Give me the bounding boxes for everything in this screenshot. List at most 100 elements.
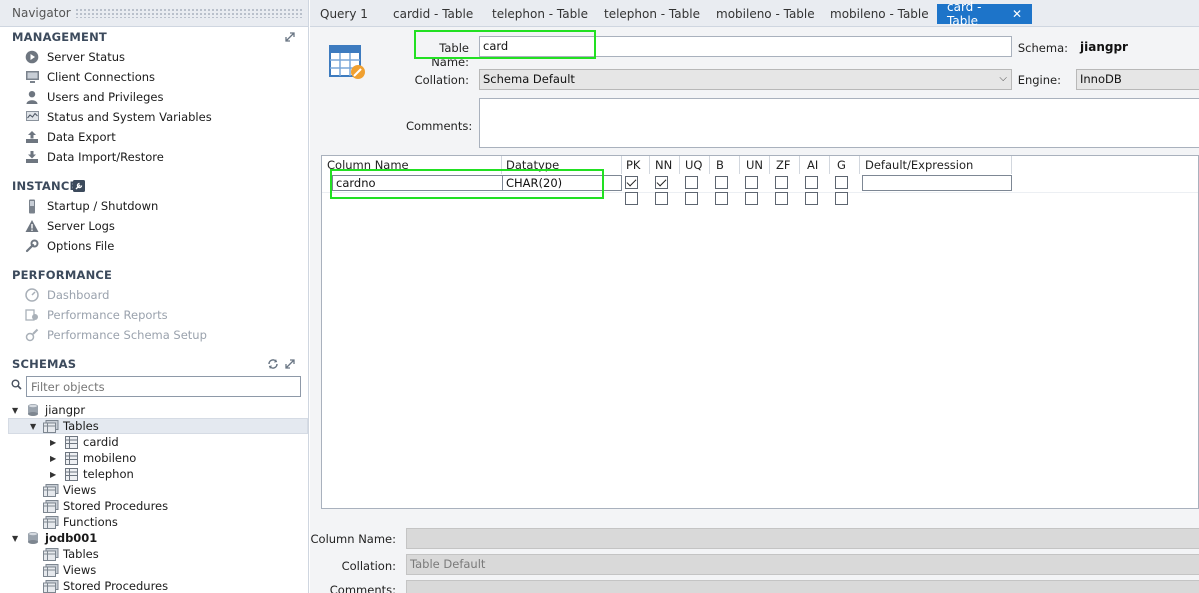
column-comments-input[interactable] [406, 580, 1199, 593]
play-circle-icon [24, 49, 40, 65]
close-tab-icon[interactable]: ✕ [1012, 7, 1022, 21]
tree-label: Views [63, 563, 97, 577]
tab-card-table[interactable]: card - Table ✕ [937, 0, 1032, 28]
expand-icon[interactable] [284, 358, 296, 370]
collapsed-arrow-icon[interactable]: ▶ [50, 470, 60, 479]
zf-checkbox[interactable] [775, 192, 788, 205]
column-name-detail-input[interactable] [406, 528, 1199, 549]
default-expression-cell[interactable] [862, 175, 1012, 191]
table-icon [63, 467, 79, 481]
expanded-arrow-icon[interactable]: ▼ [12, 406, 22, 415]
engine-select[interactable]: InnoDB [1076, 69, 1199, 90]
collation-select[interactable]: Schema Default ⌵ [479, 69, 1012, 90]
filter-objects-input[interactable] [26, 376, 301, 397]
tree-views-jiangpr[interactable]: Views [43, 482, 96, 498]
nav-status-variables[interactable]: Status and System Variables [24, 107, 212, 127]
schema-jodb001[interactable]: ▼ jodb001 [12, 530, 97, 546]
expanded-arrow-icon[interactable]: ▼ [30, 422, 40, 431]
nav-startup-shutdown[interactable]: Startup / Shutdown [24, 196, 158, 216]
tree-procedures-jodb001[interactable]: Stored Procedures [43, 578, 168, 593]
uq-checkbox[interactable] [685, 176, 698, 189]
comments-textarea[interactable] [479, 98, 1199, 148]
col-header-uq[interactable]: UQ [685, 158, 702, 172]
tables-folder-icon [43, 547, 59, 561]
b-checkbox[interactable] [715, 192, 728, 205]
nav-data-export[interactable]: Data Export [24, 127, 116, 147]
b-checkbox[interactable] [715, 176, 728, 189]
column-collation-select[interactable]: Table Default [406, 554, 1199, 575]
zf-checkbox[interactable] [775, 176, 788, 189]
tab-mobileno-table[interactable]: mobileno - Table [706, 4, 825, 24]
columns-grid: Column Name Datatype PK NN UQ B UN ZF AI… [321, 155, 1199, 509]
tab-cardid-table[interactable]: cardid - Table [383, 4, 483, 24]
col-header-un[interactable]: UN [746, 158, 763, 172]
nav-server-status[interactable]: Server Status [24, 47, 125, 67]
tree-procedures-jiangpr[interactable]: Stored Procedures [43, 498, 168, 514]
nav-dashboard-label: Dashboard [47, 288, 110, 302]
pk-checkbox[interactable] [625, 192, 638, 205]
col-header-name[interactable]: Column Name [327, 158, 409, 172]
tab-telephon-table[interactable]: telephon - Table [482, 4, 598, 24]
nav-options-file[interactable]: Options File [24, 236, 114, 256]
expand-icon[interactable] [284, 31, 296, 43]
user-icon [24, 89, 40, 105]
tree-table-cardid[interactable]: ▶ cardid [50, 434, 119, 450]
ai-checkbox[interactable] [805, 192, 818, 205]
tree-functions-jiangpr[interactable]: Functions [43, 514, 118, 530]
expanded-arrow-icon[interactable]: ▼ [12, 534, 22, 543]
tables-folder-icon [43, 419, 59, 433]
pk-checkbox[interactable] [625, 176, 638, 189]
nav-data-export-label: Data Export [47, 130, 116, 144]
tree-tables-jiangpr[interactable]: ▼ Tables [30, 418, 99, 434]
refresh-icon[interactable] [267, 358, 279, 370]
navigator-grip[interactable] [74, 8, 302, 18]
col-header-datatype[interactable]: Datatype [506, 158, 559, 172]
g-checkbox[interactable] [835, 192, 848, 205]
tab-query-1[interactable]: Query 1 [310, 4, 378, 24]
col-header-ai[interactable]: AI [807, 158, 818, 172]
nav-client-connections[interactable]: Client Connections [24, 67, 155, 87]
tree-table-telephon[interactable]: ▶ telephon [50, 466, 134, 482]
un-checkbox[interactable] [745, 192, 758, 205]
tab-mobileno-table-2[interactable]: mobileno - Table [820, 4, 939, 24]
col-header-nn[interactable]: NN [655, 158, 672, 172]
tab-label: card - Table [947, 0, 982, 28]
col-header-b[interactable]: B [716, 158, 724, 172]
wrench-badge-icon [73, 180, 85, 192]
uq-checkbox[interactable] [685, 192, 698, 205]
navigator-header: Navigator [0, 0, 308, 27]
nav-users-privileges[interactable]: Users and Privileges [24, 87, 163, 107]
table-name-input[interactable]: card [479, 36, 1012, 57]
collapsed-arrow-icon[interactable]: ▶ [50, 438, 60, 447]
settings-wrench-icon [24, 327, 40, 343]
tab-label: mobileno - Table [830, 7, 929, 21]
collapsed-arrow-icon[interactable]: ▶ [50, 454, 60, 463]
nav-performance-reports[interactable]: Performance Reports [24, 305, 168, 325]
tree-table-mobileno[interactable]: ▶ mobileno [50, 450, 136, 466]
tree-views-jodb001[interactable]: Views [43, 562, 96, 578]
un-checkbox[interactable] [745, 176, 758, 189]
col-header-zf[interactable]: ZF [776, 158, 791, 172]
col-header-pk[interactable]: PK [626, 158, 640, 172]
schema-jiangpr[interactable]: ▼ jiangpr [12, 402, 85, 418]
nav-client-connections-label: Client Connections [47, 70, 156, 84]
col-header-g[interactable]: G [837, 158, 846, 172]
nn-checkbox[interactable] [655, 176, 668, 189]
search-icon [11, 379, 22, 390]
nav-data-import-label: Data Import/Restore [47, 150, 164, 164]
col-header-default[interactable]: Default/Expression [865, 158, 973, 172]
nav-performance-schema-setup[interactable]: Performance Schema Setup [24, 325, 207, 345]
tree-tables-jodb001[interactable]: Tables [43, 546, 99, 562]
nav-dashboard[interactable]: Dashboard [24, 285, 109, 305]
schema-label: Schema: [1017, 41, 1068, 55]
nav-server-logs[interactable]: Server Logs [24, 216, 115, 236]
tree-label: Views [63, 483, 97, 497]
nn-checkbox[interactable] [655, 192, 668, 205]
nav-data-import[interactable]: Data Import/Restore [24, 147, 164, 167]
tab-telephon-table-2[interactable]: telephon - Table [594, 4, 710, 24]
ai-checkbox[interactable] [805, 176, 818, 189]
column-name-cell[interactable]: cardno [332, 175, 503, 191]
g-checkbox[interactable] [835, 176, 848, 189]
datatype-cell[interactable]: CHAR(20) [502, 175, 622, 191]
tab-label: Query 1 [320, 7, 368, 21]
